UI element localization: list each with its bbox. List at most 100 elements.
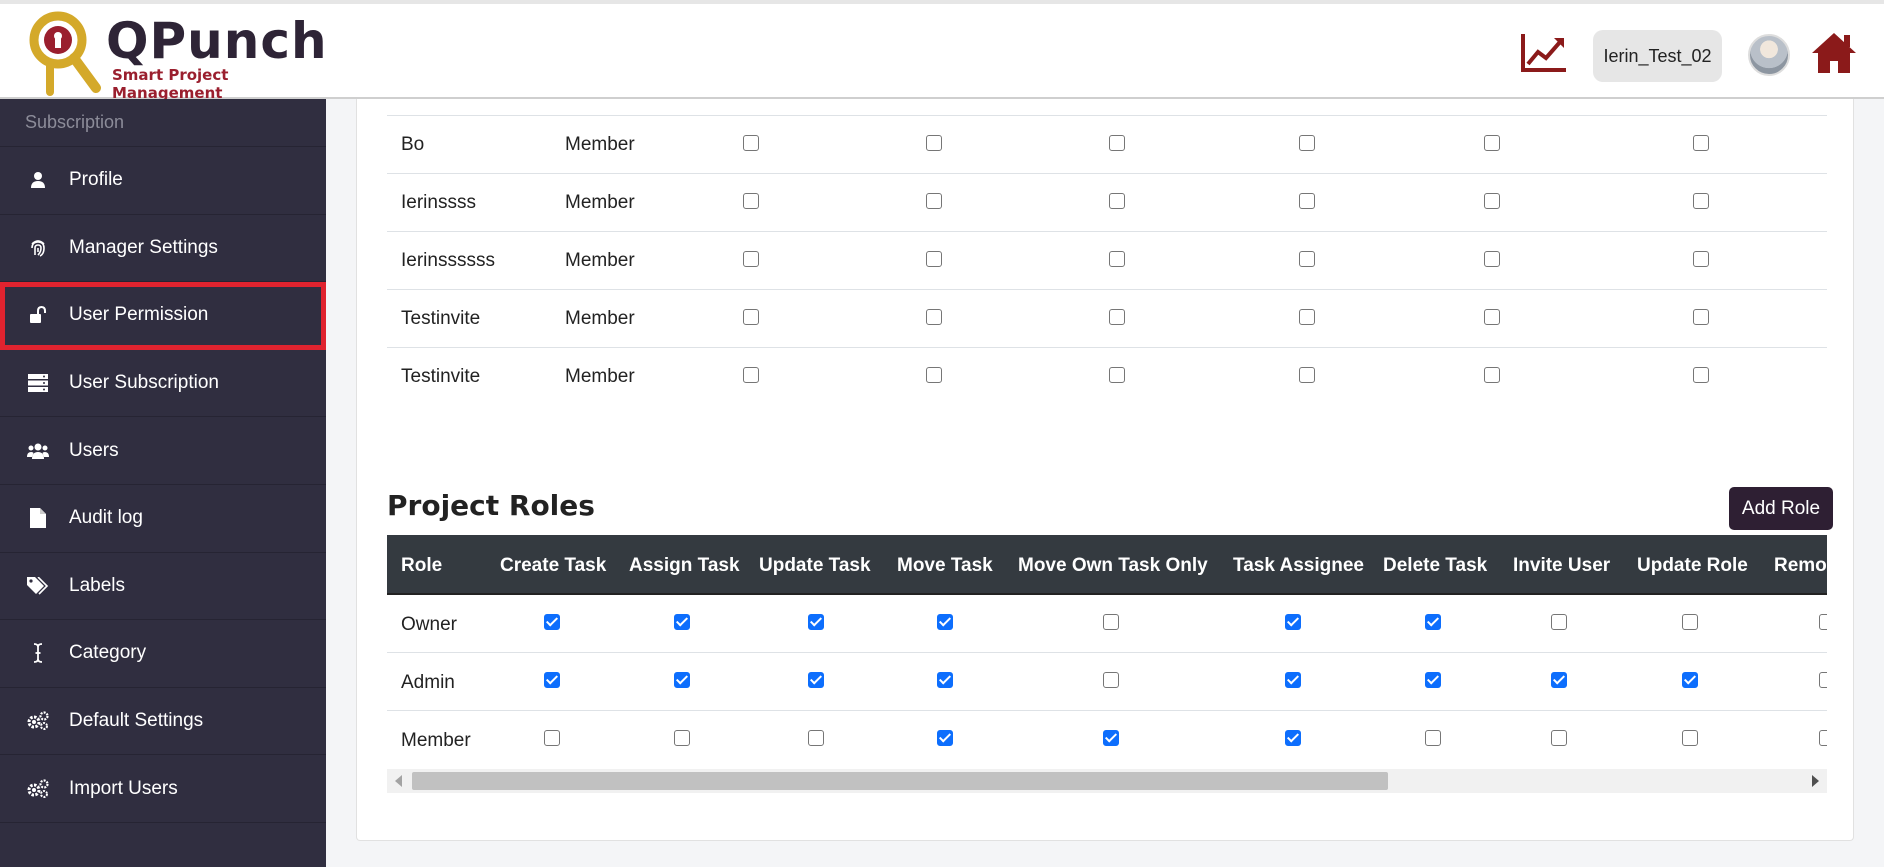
permission-checkbox[interactable] bbox=[674, 614, 690, 630]
permission-checkbox[interactable] bbox=[926, 193, 942, 209]
permission-checkbox[interactable] bbox=[1109, 309, 1125, 325]
sidebar-item-labels[interactable]: Labels bbox=[0, 553, 326, 621]
sidebar-item-user-subscription[interactable]: User Subscription bbox=[0, 350, 326, 418]
permission-checkbox[interactable] bbox=[1693, 135, 1709, 151]
sidebar-item-import-users[interactable]: Import Users bbox=[0, 755, 326, 823]
column-header-remove: Remo bbox=[1774, 555, 1827, 576]
sidebar-heading[interactable]: Subscription bbox=[0, 99, 326, 147]
permission-checkbox[interactable] bbox=[1484, 135, 1500, 151]
sidebar-item-label: User Permission bbox=[69, 304, 209, 326]
permission-checkbox[interactable] bbox=[926, 135, 942, 151]
permission-checkbox[interactable] bbox=[1693, 193, 1709, 209]
column-header-invite-user: Invite User bbox=[1513, 555, 1611, 576]
permission-checkbox[interactable] bbox=[1299, 309, 1315, 325]
column-header-task-assignee: Task Assignee bbox=[1233, 555, 1364, 576]
permission-checkbox[interactable] bbox=[1693, 367, 1709, 383]
permission-checkbox[interactable] bbox=[808, 614, 824, 630]
permission-content-panel: Bo Member Ierinssss Member Ierinssssss M… bbox=[356, 99, 1854, 841]
permission-checkbox[interactable] bbox=[1285, 672, 1301, 688]
permission-checkbox[interactable] bbox=[544, 672, 560, 688]
member-permissions-table: Bo Member Ierinssss Member Ierinssssss M… bbox=[387, 115, 1827, 406]
permission-checkbox[interactable] bbox=[674, 730, 690, 746]
permission-checkbox[interactable] bbox=[1682, 730, 1698, 746]
permission-checkbox[interactable] bbox=[743, 251, 759, 267]
permission-checkbox[interactable] bbox=[743, 309, 759, 325]
sidebar-item-label: Manager Settings bbox=[69, 236, 218, 258]
permission-checkbox[interactable] bbox=[926, 309, 942, 325]
sidebar-item-users[interactable]: Users bbox=[0, 417, 326, 485]
permission-checkbox[interactable] bbox=[544, 614, 560, 630]
permission-checkbox[interactable] bbox=[743, 135, 759, 151]
sidebar-item-label: User Subscription bbox=[69, 372, 219, 394]
permission-checkbox[interactable] bbox=[937, 614, 953, 630]
permission-checkbox[interactable] bbox=[1693, 309, 1709, 325]
gears-icon bbox=[27, 710, 49, 732]
permission-checkbox[interactable] bbox=[1299, 193, 1315, 209]
permission-checkbox[interactable] bbox=[674, 672, 690, 688]
permission-checkbox[interactable] bbox=[937, 730, 953, 746]
table-row: Admin bbox=[387, 653, 1827, 711]
trending-chart-icon[interactable] bbox=[1520, 32, 1568, 74]
file-icon bbox=[27, 507, 49, 529]
permission-checkbox[interactable] bbox=[1285, 614, 1301, 630]
table-row: Bo Member bbox=[387, 116, 1827, 174]
permission-checkbox[interactable] bbox=[1682, 614, 1698, 630]
home-icon[interactable] bbox=[1810, 31, 1858, 75]
permission-checkbox[interactable] bbox=[1109, 135, 1125, 151]
member-role: Member bbox=[565, 134, 635, 155]
sidebar-item-default-settings[interactable]: Default Settings bbox=[0, 688, 326, 756]
avatar[interactable] bbox=[1748, 34, 1790, 76]
permission-checkbox[interactable] bbox=[926, 251, 942, 267]
permission-checkbox[interactable] bbox=[1819, 614, 1827, 630]
permission-checkbox[interactable] bbox=[1693, 251, 1709, 267]
qpunch-logo[interactable]: QPunch Smart Project Management bbox=[28, 10, 327, 102]
permission-checkbox[interactable] bbox=[1103, 614, 1119, 630]
column-header-update-role: Update Role bbox=[1637, 555, 1748, 576]
permission-checkbox[interactable] bbox=[1109, 251, 1125, 267]
permission-checkbox[interactable] bbox=[1551, 672, 1567, 688]
sidebar-item-manager-settings[interactable]: Manager Settings bbox=[0, 215, 326, 283]
permission-checkbox[interactable] bbox=[1551, 730, 1567, 746]
sidebar-item-category[interactable]: Category bbox=[0, 620, 326, 688]
permission-checkbox[interactable] bbox=[544, 730, 560, 746]
permission-checkbox[interactable] bbox=[743, 367, 759, 383]
permission-checkbox[interactable] bbox=[1484, 251, 1500, 267]
sidebar-item-profile[interactable]: Profile bbox=[0, 147, 326, 215]
permission-checkbox[interactable] bbox=[1103, 672, 1119, 688]
permission-checkbox[interactable] bbox=[808, 672, 824, 688]
permission-checkbox[interactable] bbox=[743, 193, 759, 209]
permission-checkbox[interactable] bbox=[1299, 367, 1315, 383]
add-role-button[interactable]: Add Role bbox=[1729, 487, 1833, 530]
permission-checkbox[interactable] bbox=[1103, 730, 1119, 746]
sidebar-item-label: Profile bbox=[69, 169, 123, 191]
magnifier-key-icon bbox=[29, 11, 101, 96]
permission-checkbox[interactable] bbox=[1551, 614, 1567, 630]
permission-checkbox[interactable] bbox=[1425, 730, 1441, 746]
permission-checkbox[interactable] bbox=[1425, 614, 1441, 630]
permission-checkbox[interactable] bbox=[1425, 672, 1441, 688]
permission-checkbox[interactable] bbox=[926, 367, 942, 383]
permission-checkbox[interactable] bbox=[1109, 193, 1125, 209]
permission-checkbox[interactable] bbox=[1682, 672, 1698, 688]
permission-checkbox[interactable] bbox=[808, 730, 824, 746]
users-icon bbox=[27, 440, 49, 462]
permission-checkbox[interactable] bbox=[1484, 309, 1500, 325]
user-name-button[interactable]: Ierin_Test_02 bbox=[1593, 30, 1722, 82]
permission-checkbox[interactable] bbox=[937, 672, 953, 688]
permission-checkbox[interactable] bbox=[1299, 135, 1315, 151]
sidebar-item-audit-log[interactable]: Audit log bbox=[0, 485, 326, 553]
scrollbar-thumb[interactable] bbox=[412, 772, 1388, 790]
horizontal-scrollbar[interactable] bbox=[387, 769, 1827, 793]
permission-checkbox[interactable] bbox=[1484, 367, 1500, 383]
scroll-left-arrow-icon[interactable] bbox=[395, 775, 402, 787]
column-header-update-task: Update Task bbox=[759, 555, 871, 576]
permission-checkbox[interactable] bbox=[1819, 730, 1827, 746]
scroll-right-arrow-icon[interactable] bbox=[1812, 775, 1819, 787]
user-icon bbox=[27, 169, 49, 191]
permission-checkbox[interactable] bbox=[1819, 672, 1827, 688]
permission-checkbox[interactable] bbox=[1109, 367, 1125, 383]
permission-checkbox[interactable] bbox=[1484, 193, 1500, 209]
permission-checkbox[interactable] bbox=[1299, 251, 1315, 267]
sidebar-item-user-permission[interactable]: User Permission bbox=[0, 282, 326, 350]
permission-checkbox[interactable] bbox=[1285, 730, 1301, 746]
